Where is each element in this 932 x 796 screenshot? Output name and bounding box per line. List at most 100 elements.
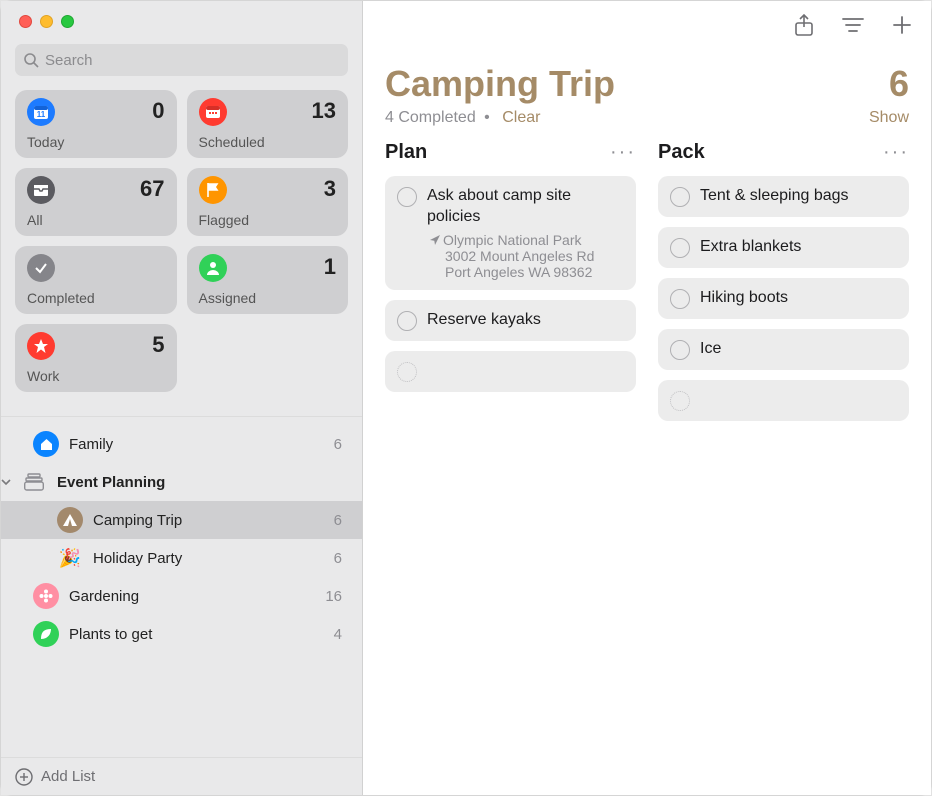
task-complete-checkbox <box>397 362 417 382</box>
search-input[interactable]: Search <box>15 44 348 76</box>
svg-text:11: 11 <box>37 110 46 119</box>
clear-completed-button[interactable]: Clear <box>502 109 540 126</box>
smart-list-all[interactable]: 67 All <box>15 168 177 236</box>
task-complete-checkbox[interactable] <box>397 187 417 207</box>
smart-list-today[interactable]: 11 0 Today <box>15 90 177 158</box>
list-count: 16 <box>325 588 348 605</box>
smart-list-scheduled[interactable]: 13 Scheduled <box>187 90 349 158</box>
calendar-today-icon: 11 <box>27 98 55 126</box>
column-title: Plan <box>385 141 427 164</box>
house-icon <box>33 431 59 457</box>
chevron-down-icon[interactable] <box>1 477 15 487</box>
smart-list-count: 13 <box>312 98 336 124</box>
new-task-placeholder[interactable] <box>658 380 909 421</box>
smart-list-count: 67 <box>140 176 164 202</box>
column-menu-button[interactable]: ··· <box>610 141 636 164</box>
smart-list-label: Scheduled <box>199 134 337 150</box>
smart-list-count: 5 <box>152 332 164 358</box>
smart-list-label: Work <box>27 368 165 384</box>
list-label: Gardening <box>69 588 325 605</box>
smart-list-label: Completed <box>27 290 165 306</box>
add-list-label: Add List <box>41 768 95 785</box>
location-address-1: 3002 Mount Angeles Rd <box>429 248 624 264</box>
location-arrow-icon <box>429 234 441 246</box>
list-count: 6 <box>334 436 348 453</box>
page-title: Camping Trip <box>385 63 615 105</box>
search-icon <box>23 52 39 68</box>
list-label: Family <box>69 436 334 453</box>
flower-icon <box>33 583 59 609</box>
checkmark-circle-icon <box>27 254 55 282</box>
list-count: 6 <box>334 550 348 567</box>
search-placeholder: Search <box>45 52 93 69</box>
column-pack: Pack ··· Tent & sleeping bags Extra blan… <box>658 141 909 431</box>
list-row-camping-trip[interactable]: Camping Trip 6 <box>1 501 362 539</box>
task-complete-checkbox[interactable] <box>670 187 690 207</box>
smart-list-label: All <box>27 212 165 228</box>
list-count: 6 <box>334 512 348 529</box>
close-window-button[interactable] <box>19 15 32 28</box>
person-icon <box>199 254 227 282</box>
column-menu-button[interactable]: ··· <box>883 141 909 164</box>
task-item[interactable]: Ask about camp site policies Olympic Nat… <box>385 176 636 290</box>
task-item[interactable]: Reserve kayaks <box>385 300 636 341</box>
title-row: Camping Trip 6 <box>363 49 931 105</box>
task-columns: Plan ··· Ask about camp site policies Ol… <box>363 141 931 431</box>
list-label: Event Planning <box>57 474 348 491</box>
task-title: Reserve kayaks <box>427 310 624 331</box>
tray-icon <box>27 176 55 204</box>
task-complete-checkbox <box>670 391 690 411</box>
minimize-window-button[interactable] <box>40 15 53 28</box>
flag-icon <box>199 176 227 204</box>
my-lists-section: Family 6 Event Planning Camping Trip 6 <box>1 416 362 757</box>
list-total-count: 6 <box>889 63 909 105</box>
view-options-button[interactable] <box>841 15 865 35</box>
list-stack-icon <box>21 473 47 491</box>
new-task-placeholder[interactable] <box>385 351 636 392</box>
task-item[interactable]: Tent & sleeping bags <box>658 176 909 217</box>
task-item[interactable]: Extra blankets <box>658 227 909 268</box>
location-address-2: Port Angeles WA 98362 <box>429 264 624 280</box>
task-item[interactable]: Hiking boots <box>658 278 909 319</box>
list-row-family[interactable]: Family 6 <box>1 425 362 463</box>
smart-list-grid: 11 0 Today 13 Scheduled <box>1 90 362 392</box>
task-item[interactable]: Ice <box>658 329 909 370</box>
list-row-gardening[interactable]: Gardening 16 <box>1 577 362 615</box>
task-title: Ice <box>700 339 897 360</box>
plus-circle-icon <box>15 768 33 786</box>
location-name: Olympic National Park <box>443 232 582 248</box>
show-completed-button[interactable]: Show <box>869 109 909 127</box>
list-label: Holiday Party <box>93 550 334 567</box>
smart-list-label: Assigned <box>199 290 337 306</box>
toolbar <box>363 1 931 49</box>
task-complete-checkbox[interactable] <box>397 311 417 331</box>
zoom-window-button[interactable] <box>61 15 74 28</box>
list-label: Plants to get <box>69 626 334 643</box>
task-complete-checkbox[interactable] <box>670 238 690 258</box>
main-content: Camping Trip 6 4 Completed • Clear Show … <box>363 1 931 795</box>
share-button[interactable] <box>793 13 815 37</box>
task-complete-checkbox[interactable] <box>670 289 690 309</box>
smart-list-work[interactable]: 5 Work <box>15 324 177 392</box>
list-row-plants[interactable]: Plants to get 4 <box>1 615 362 653</box>
list-row-holiday-party[interactable]: 🎉 Holiday Party 6 <box>1 539 362 577</box>
new-reminder-button[interactable] <box>891 14 913 36</box>
smart-list-count: 0 <box>152 98 164 124</box>
smart-list-assigned[interactable]: 1 Assigned <box>187 246 349 314</box>
column-title: Pack <box>658 141 705 164</box>
smart-list-completed[interactable]: Completed <box>15 246 177 314</box>
smart-list-label: Today <box>27 134 165 150</box>
task-title: Ask about camp site policies <box>427 186 624 228</box>
smart-list-count: 3 <box>324 176 336 202</box>
list-group-event-planning[interactable]: Event Planning <box>1 463 362 501</box>
window-controls <box>1 1 362 38</box>
smart-list-flagged[interactable]: 3 Flagged <box>187 168 349 236</box>
party-icon: 🎉 <box>57 545 83 571</box>
app-window: Search 11 0 Today 13 <box>1 1 931 795</box>
add-list-button[interactable]: Add List <box>1 757 362 795</box>
task-title: Tent & sleeping bags <box>700 186 897 207</box>
sidebar: Search 11 0 Today 13 <box>1 1 363 795</box>
list-options-icon <box>841 15 865 35</box>
task-complete-checkbox[interactable] <box>670 340 690 360</box>
completed-count-label: 4 Completed <box>385 109 476 126</box>
